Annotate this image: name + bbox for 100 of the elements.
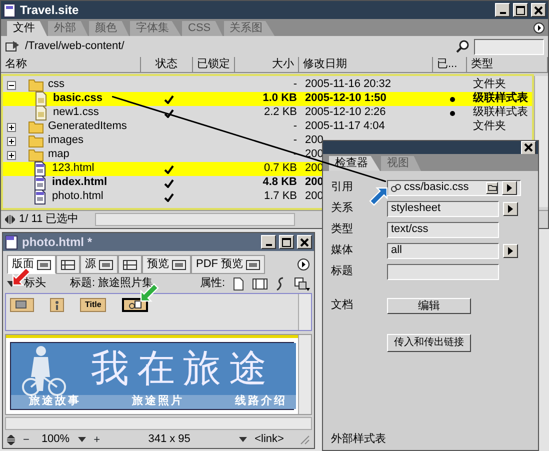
- file-name: GeneratedItems: [48, 120, 127, 134]
- caret-icon[interactable]: [238, 437, 247, 442]
- close-button[interactable]: [521, 141, 536, 154]
- head-element-button[interactable]: [122, 298, 148, 312]
- horizontal-scrollbar[interactable]: [5, 417, 312, 430]
- banner-heading: 我在旅途: [91, 347, 275, 392]
- film-icon[interactable]: [252, 278, 268, 290]
- file-icon: [32, 189, 48, 205]
- close-button[interactable]: [531, 3, 546, 17]
- column-header[interactable]: 已...: [433, 57, 467, 73]
- close-button[interactable]: [297, 235, 312, 249]
- resize-icon[interactable]: [7, 434, 15, 445]
- tab[interactable]: [56, 255, 80, 274]
- browse-button[interactable]: [486, 182, 498, 194]
- tab[interactable]: 检查器: [329, 156, 380, 171]
- file-size: 0.7 KB: [264, 162, 297, 176]
- minimize-button[interactable]: [495, 3, 510, 17]
- arrow-button[interactable]: [503, 202, 518, 216]
- zoom-out-button[interactable]: −: [23, 432, 30, 448]
- input-field[interactable]: [387, 264, 499, 280]
- folder-icon: [488, 184, 496, 191]
- file-date: 2005-12-10 2:26: [305, 106, 386, 120]
- menu-icon[interactable]: [533, 22, 545, 34]
- document-icon[interactable]: [233, 276, 244, 291]
- folder-icon: [28, 119, 44, 135]
- file-type: 文件夹: [473, 78, 506, 92]
- tab[interactable]: 源: [80, 255, 118, 274]
- search-icon[interactable]: [456, 40, 470, 54]
- file-size: 1.7 KB: [264, 190, 297, 204]
- edit-button[interactable]: 编辑: [387, 298, 471, 314]
- file-size: -: [293, 134, 297, 148]
- menu-icon[interactable]: [297, 258, 310, 271]
- input-field[interactable]: text/css: [387, 222, 499, 238]
- tag-selector[interactable]: <link>: [254, 433, 284, 447]
- arrow-button[interactable]: [502, 180, 517, 194]
- file-type: 级联样式表: [473, 106, 528, 120]
- file-name: basic.css: [53, 92, 103, 106]
- close-icon: [524, 143, 533, 152]
- file-type: 文件夹: [473, 120, 506, 134]
- column-header[interactable]: 类型: [467, 57, 548, 73]
- page-icon: [5, 234, 19, 250]
- status-text: 外部样式表: [330, 432, 387, 446]
- folder-icon: [28, 133, 44, 149]
- tab[interactable]: 预览: [142, 255, 191, 274]
- file-icon: [32, 161, 48, 177]
- arrow-button[interactable]: [503, 244, 518, 258]
- tab[interactable]: 文件: [7, 21, 47, 36]
- file-type: 级联样式表: [473, 92, 528, 106]
- scrollbar[interactable]: [298, 335, 311, 414]
- expand-icon[interactable]: [7, 136, 16, 146]
- search-field[interactable]: [474, 38, 544, 54]
- column-header[interactable]: 修改日期: [299, 57, 433, 73]
- collapse-icon[interactable]: [7, 80, 16, 90]
- links-button[interactable]: 传入和传出链接: [387, 334, 471, 352]
- maximize-button[interactable]: [279, 235, 294, 249]
- attributes-label: 属性:: [200, 276, 225, 290]
- expand-icon[interactable]: [7, 122, 16, 132]
- tab[interactable]: 版面: [7, 255, 56, 274]
- horizontal-scrollbar[interactable]: [94, 213, 295, 226]
- resize-icon[interactable]: [5, 215, 15, 224]
- file-name: photo.html: [52, 190, 104, 204]
- scrollbar[interactable]: [298, 294, 311, 330]
- column-header[interactable]: 名称: [1, 57, 141, 73]
- input-field[interactable]: css/basic.css: [387, 180, 521, 196]
- head-element-chip[interactable]: Title: [80, 298, 106, 312]
- field-label: 关系: [331, 202, 354, 216]
- file-row[interactable]: new1.css 2.2 KB 2005-12-10 2:26 级联样式表: [3, 106, 532, 120]
- file-date: 200: [305, 134, 324, 148]
- maximize-button[interactable]: [513, 3, 528, 17]
- file-row[interactable]: basic.css 1.0 KB 2005-12-10 1:50 级联样式表: [3, 92, 532, 106]
- caret-icon[interactable]: [78, 437, 86, 442]
- zoom-in-button[interactable]: +: [94, 432, 100, 448]
- file-name: map: [48, 148, 70, 162]
- tab[interactable]: [118, 255, 142, 274]
- link-icon[interactable]: [276, 276, 286, 291]
- file-row[interactable]: GeneratedItems - 2005-11-17 4:04 文件夹: [3, 120, 532, 134]
- close-icon: [300, 238, 309, 246]
- dropdown-field[interactable]: all: [387, 242, 499, 258]
- file-row[interactable]: images - 200: [3, 134, 532, 148]
- caret-icon: [508, 246, 513, 254]
- file-icon: [33, 105, 49, 121]
- dropdown-field[interactable]: stylesheet: [387, 200, 499, 216]
- file-name: 123.html: [52, 162, 94, 176]
- file-name: css: [48, 78, 64, 92]
- dimensions-text: 341 x 95: [148, 433, 190, 447]
- column-header[interactable]: 已锁定: [193, 57, 235, 73]
- minimize-button[interactable]: [261, 235, 276, 249]
- link-icon: [391, 182, 401, 192]
- resize-grip-icon[interactable]: [300, 434, 310, 445]
- column-header[interactable]: 大小: [235, 57, 299, 73]
- minimize-icon: [500, 12, 506, 14]
- tab[interactable]: PDF 预览: [191, 255, 266, 274]
- view-icon: [99, 260, 113, 270]
- expand-icon[interactable]: [7, 150, 16, 160]
- file-row[interactable]: css - 2005-11-16 20:32 文件夹: [3, 78, 532, 92]
- layers-icon[interactable]: [294, 276, 310, 291]
- field-label: 媒体: [331, 244, 354, 258]
- column-header[interactable]: 状态: [141, 57, 193, 73]
- split-view-icon: [61, 260, 75, 270]
- file-icon: [33, 91, 49, 107]
